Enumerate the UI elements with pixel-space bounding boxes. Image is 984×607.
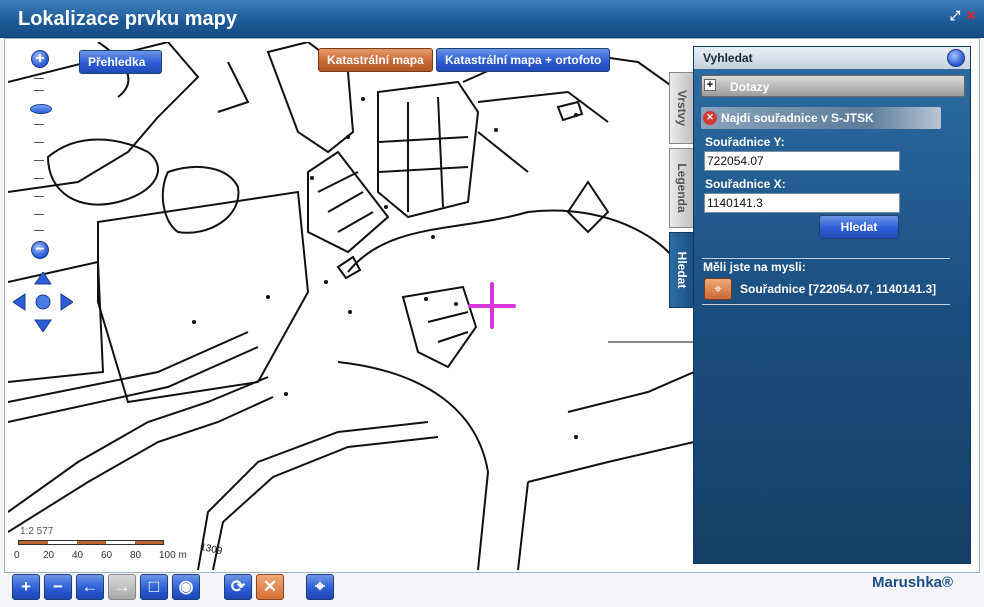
zoom-box-button[interactable]: □ — [140, 574, 168, 600]
scale-ratio: 1:2 577 — [20, 526, 54, 537]
coord-x-label: Souřadnice X: — [705, 177, 786, 191]
zoom-in-button[interactable]: + — [12, 574, 40, 600]
refresh-button[interactable]: ⟳ — [224, 574, 252, 600]
panel-title: Vyhledat — [694, 47, 970, 69]
zoom-out-icon[interactable]: − — [31, 241, 49, 259]
find-section-header: ✕ Najdi souřadnice v S-JTSK — [701, 107, 941, 129]
search-button[interactable]: Hledat — [819, 215, 899, 239]
cadastral-map[interactable]: Přehledka Katastrální mapa Katastrální m… — [8, 42, 694, 570]
scale-ticks: 0 20 40 60 80 100 m — [14, 550, 194, 562]
find-section-title: Najdi souřadnice v S-JTSK — [721, 111, 874, 125]
scale-tick-label: 20 — [43, 550, 55, 561]
pan-right-icon[interactable] — [60, 293, 74, 311]
scale-tick-label: 60 — [101, 550, 113, 561]
info-button[interactable]: ◉ — [172, 574, 200, 600]
locate-button[interactable]: ⌖ — [306, 574, 334, 600]
tab-search[interactable]: Hledat — [669, 232, 695, 308]
pan-control[interactable] — [12, 271, 74, 333]
tab-layers[interactable]: Vrstvy — [669, 72, 695, 144]
scale-bar: 1:2 577 0 20 40 60 80 100 m — [14, 526, 194, 566]
pan-left-icon[interactable] — [12, 293, 26, 311]
coord-y-label: Souřadnice Y: — [705, 135, 785, 149]
coord-x-input[interactable] — [704, 193, 900, 213]
forward-button[interactable]: → — [108, 574, 136, 600]
back-button[interactable]: ← — [76, 574, 104, 600]
clear-button[interactable]: ✕ — [256, 574, 284, 600]
zoom-out-button[interactable]: − — [44, 574, 72, 600]
close-icon[interactable]: ✕ — [964, 9, 978, 23]
map-drawing — [8, 42, 694, 570]
scale-tick-label: 0 — [14, 550, 20, 561]
cadastral-ortho-button[interactable]: Katastrální mapa + ortofoto — [436, 48, 611, 72]
did-you-mean-label: Měli jste na mysli: — [703, 260, 806, 274]
overview-button[interactable]: Přehledka — [79, 50, 162, 74]
zoom-in-icon[interactable]: + — [31, 50, 49, 68]
queries-label: Dotazy — [730, 80, 770, 94]
brand-logo: Marushka® — [872, 574, 954, 591]
scale-tick-label: 80 — [130, 550, 142, 561]
zoom-slider[interactable]: + − — [30, 50, 52, 260]
scale-tick-label: 100 m — [159, 550, 187, 561]
search-result-link[interactable]: Souřadnice [722054.07, 1140141.3] — [740, 282, 936, 296]
title-bar: Lokalizace prvku mapy ⤢ ✕ — [0, 0, 984, 38]
coordinate-result-icon[interactable]: ⌖ — [704, 278, 732, 300]
expand-icon[interactable]: + — [704, 79, 716, 91]
queries-section[interactable]: + Dotazy — [701, 75, 965, 97]
search-panel: Vyhledat + Dotazy ✕ Najdi souřadnice v S… — [693, 46, 971, 564]
pan-down-icon[interactable] — [34, 319, 52, 333]
cadastral-map-button[interactable]: Katastrální mapa — [318, 48, 433, 72]
tab-legend[interactable]: Legenda — [669, 148, 695, 228]
close-section-icon[interactable]: ✕ — [703, 111, 717, 125]
pan-up-icon[interactable] — [34, 271, 52, 285]
coord-y-input[interactable] — [704, 151, 900, 171]
panel-info-icon[interactable] — [947, 49, 965, 67]
window-title: Lokalizace prvku mapy — [18, 8, 237, 30]
pan-center-icon[interactable] — [35, 294, 51, 310]
zoom-slider-handle[interactable] — [30, 104, 52, 114]
restore-icon[interactable]: ⤢ — [948, 9, 962, 23]
scale-tick-label: 40 — [72, 550, 84, 561]
